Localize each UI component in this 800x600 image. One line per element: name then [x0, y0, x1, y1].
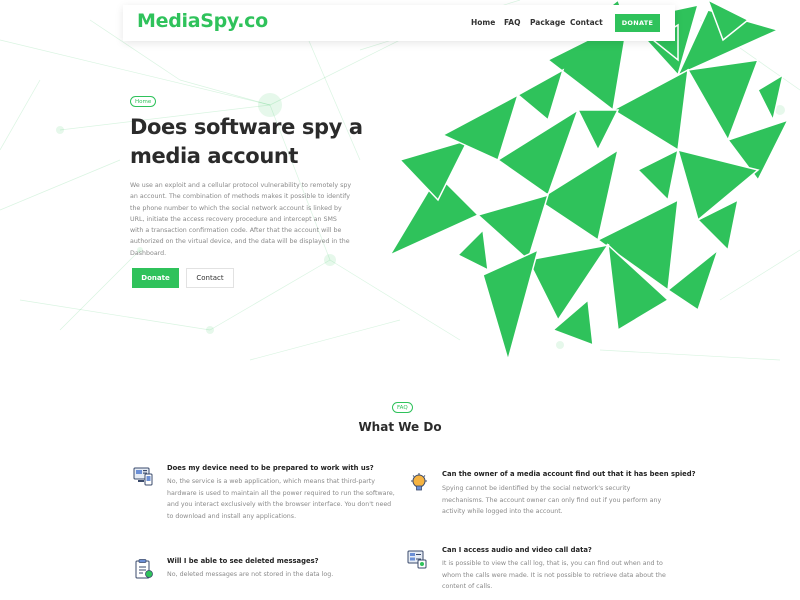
section-badge: FAQ — [392, 402, 413, 413]
devices-icon — [133, 467, 153, 486]
faq-answer: It is possible to view the call log, tha… — [442, 560, 666, 590]
nav-home[interactable]: Home — [471, 18, 495, 27]
faq-question: Can the owner of a media account find ou… — [442, 470, 696, 478]
faq-question: Will I be able to see deleted messages? — [167, 557, 319, 565]
nav-donate-button[interactable]: DONATE — [615, 14, 660, 32]
nav-faq[interactable]: FAQ — [504, 18, 520, 27]
faq-answer: No, deleted messages are not stored in t… — [167, 571, 334, 578]
hero-badge: Home — [130, 96, 157, 107]
faq-question: Does my device need to be prepared to wo… — [167, 464, 374, 472]
brand-logo[interactable]: MediaSpy.co — [137, 10, 268, 32]
triangle-mosaic-graphic — [388, 0, 790, 363]
faq-answer: No, the service is a web application, wh… — [167, 478, 395, 520]
nav-package[interactable]: Package — [530, 18, 565, 27]
navbar: MediaSpy.co Home FAQ Package Contact DON… — [123, 5, 675, 41]
faq-answer: Spying cannot be identified by the socia… — [442, 485, 662, 515]
call-log-icon — [407, 550, 427, 569]
hero-title: Does software spy a media account — [130, 115, 363, 168]
lightbulb-icon — [411, 473, 427, 491]
clipboard-icon — [135, 559, 153, 579]
donate-button[interactable]: Donate — [132, 268, 179, 288]
nav-contact[interactable]: Contact — [570, 18, 603, 27]
section-title: What We Do — [358, 420, 442, 434]
contact-button[interactable]: Contact — [186, 268, 234, 288]
faq-question: Can I access audio and video call data? — [442, 546, 592, 554]
hero-description: We use an exploit and a cellular protoco… — [130, 182, 352, 257]
